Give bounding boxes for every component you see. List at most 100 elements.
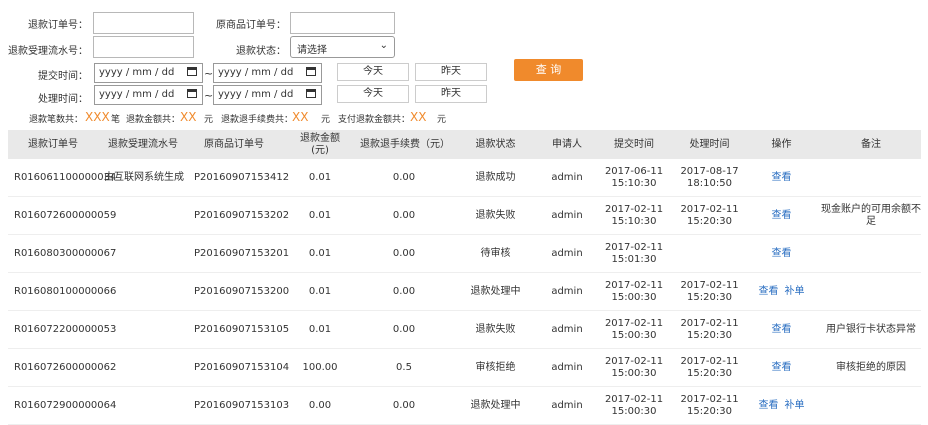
- date-placeholder: yyyy / mm / dd: [218, 89, 294, 100]
- process-time-label: 处理时间：: [38, 94, 88, 105]
- view-link[interactable]: 查看: [772, 324, 792, 335]
- refund-fee-cell: 0.00: [360, 159, 448, 197]
- process-yesterday-button[interactable]: 昨天: [415, 85, 487, 103]
- remark-cell: [821, 234, 921, 273]
- refund-order-no-input[interactable]: [93, 12, 194, 34]
- col-refund-amount-header: 退款金额 (元): [280, 130, 360, 159]
- refund-amount-label: 退款金额共：: [126, 115, 181, 125]
- refund-status-cell: 待审核: [448, 234, 543, 273]
- process-time-cell: 2017-02-11 15:20:30: [677, 272, 742, 311]
- applicant-cell: admin: [543, 272, 591, 311]
- submit-time-cell-date: 2017-02-11: [604, 393, 664, 405]
- refund-amount-cell: 0.01: [280, 272, 360, 311]
- refund-fee-cell: 0.5: [360, 348, 448, 387]
- refund-order-no-cell: R016072900000064: [8, 386, 116, 425]
- refund-flow-no-input[interactable]: [93, 36, 194, 58]
- submit-time-cell-clock: 15:00:30: [611, 405, 657, 417]
- process-time-cell-date: 2017-02-11: [680, 393, 739, 405]
- resubmit-link[interactable]: 补单: [785, 286, 805, 297]
- submit-start-date[interactable]: yyyy / mm / dd: [94, 63, 203, 83]
- col-refund-status-header: 退款状态: [448, 130, 543, 159]
- date-placeholder: yyyy / mm / dd: [218, 67, 294, 78]
- view-link[interactable]: 查看: [772, 172, 792, 183]
- operations-cell: 查看 补单: [742, 272, 821, 311]
- col-operations-header: 操作: [742, 130, 821, 159]
- table-row: R016061100000034 由互联网系统生成 P20160907153412 0…: [8, 159, 921, 197]
- operations-cell: 查看: [742, 234, 821, 273]
- table-row: R016072600000062 P20160907153104 100.00 0.5…: [8, 348, 921, 387]
- refund-status-cell: 退款失败: [448, 310, 543, 349]
- refund-status-label: 退款状态：: [236, 46, 286, 57]
- col-original-order-no-header: 原商品订单号: [188, 130, 280, 159]
- process-time-cell-clock: 15:20:30: [687, 367, 732, 379]
- view-link[interactable]: 查看: [759, 286, 779, 297]
- col-refund-order-no-header: 退款订单号: [8, 130, 98, 159]
- pay-refund-value: XX: [410, 110, 427, 124]
- submit-time-cell-date: 2017-02-11: [604, 279, 664, 291]
- query-button[interactable]: 查 询: [514, 59, 583, 81]
- process-end-date[interactable]: yyyy / mm / dd: [213, 85, 322, 105]
- view-link[interactable]: 查看: [772, 362, 792, 373]
- process-time-cell: 2017-02-11 15:20:30: [677, 310, 742, 349]
- refund-fee-value: XX: [292, 110, 309, 124]
- process-time-cell: 2017-02-11 15:20:30: [677, 196, 742, 235]
- process-start-date[interactable]: yyyy / mm / dd: [94, 85, 203, 105]
- refund-table: 退款订单号 退款受理流水号 原商品订单号 退款金额 (元) 退款退手续费（元） 退款状态 申请…: [8, 130, 921, 425]
- submit-time-cell-clock: 15:00:30: [611, 367, 657, 379]
- process-time-cell-clock: 15:20:30: [687, 215, 732, 227]
- view-link[interactable]: 查看: [772, 210, 792, 221]
- calendar-icon[interactable]: [306, 67, 316, 76]
- table-row: R016072200000053 P20160907153105 0.01 0.00 退…: [8, 310, 921, 349]
- process-time-cell-date: 2017-02-11: [680, 317, 739, 329]
- refund-order-no-cell: R016061100000034: [8, 159, 116, 197]
- original-order-no-cell: P20160907153201: [188, 234, 289, 273]
- process-today-button[interactable]: 今天: [337, 85, 409, 103]
- refund-amount-cell: 0.01: [280, 196, 360, 235]
- submit-end-date[interactable]: yyyy / mm / dd: [213, 63, 322, 83]
- refund-status-cell: 退款失败: [448, 196, 543, 235]
- refund-status-cell: 退款处理中: [448, 386, 543, 425]
- view-link[interactable]: 查看: [759, 400, 779, 411]
- operations-cell: 查看: [742, 196, 821, 235]
- operations-cell: 查看 补单: [742, 386, 821, 425]
- refund-order-no-cell: R016080100000066: [8, 272, 116, 311]
- calendar-icon[interactable]: [187, 89, 197, 98]
- submit-time-cell-date: 2017-02-11: [604, 241, 664, 253]
- applicant-cell: admin: [543, 386, 591, 425]
- submit-time-label: 提交时间：: [38, 71, 88, 82]
- remark-cell: 用户银行卡状态异常: [821, 310, 921, 349]
- remark-cell: 审核拒绝的原因: [821, 348, 921, 387]
- submit-time-cell-date: 2017-02-11: [604, 203, 664, 215]
- refund-amount-value: XX: [180, 110, 197, 124]
- process-time-cell-clock: 15:20:30: [687, 329, 732, 341]
- refund-amount-unit: 元: [204, 115, 214, 125]
- submit-time-cell-date: 2017-02-11: [604, 317, 664, 329]
- submit-today-button[interactable]: 今天: [337, 63, 409, 81]
- date-placeholder: yyyy / mm / dd: [99, 89, 175, 100]
- remark-cell: [821, 386, 921, 425]
- submit-time-cell: 2017-02-11 15:00:30: [591, 386, 677, 425]
- table-row: R016080100000066 P20160907153200 0.01 0.00 退…: [8, 272, 921, 311]
- view-link[interactable]: 查看: [772, 248, 792, 259]
- range-separator: ~: [204, 67, 214, 80]
- refund-fee-unit: 元: [321, 115, 331, 125]
- calendar-icon[interactable]: [306, 89, 316, 98]
- submit-time-cell: 2017-02-11 15:01:30: [591, 234, 677, 273]
- refund-fee-label: 退款退手续费共：: [221, 115, 294, 125]
- refund-fee-cell: 0.00: [360, 386, 448, 425]
- submit-time-cell-clock: 15:00:30: [611, 329, 657, 341]
- col-refund-fee-header: 退款退手续费（元）: [360, 130, 450, 159]
- refund-status-select[interactable]: 请选择 ⌄: [290, 36, 395, 58]
- refund-amount-cell: 0.00: [280, 386, 360, 425]
- resubmit-link[interactable]: 补单: [785, 400, 805, 411]
- original-order-no-cell: P20160907153412: [188, 159, 289, 197]
- process-time-cell-date: 2017-02-11: [680, 203, 739, 215]
- applicant-cell: admin: [543, 348, 591, 387]
- applicant-cell: admin: [543, 196, 591, 235]
- submit-yesterday-button[interactable]: 昨天: [415, 63, 487, 81]
- refund-count-label: 退款笔数共：: [29, 115, 84, 125]
- process-time-cell: 2017-02-11 15:20:30: [677, 348, 742, 387]
- operations-cell: 查看: [742, 159, 821, 197]
- original-order-no-input[interactable]: [290, 12, 395, 34]
- calendar-icon[interactable]: [187, 67, 197, 76]
